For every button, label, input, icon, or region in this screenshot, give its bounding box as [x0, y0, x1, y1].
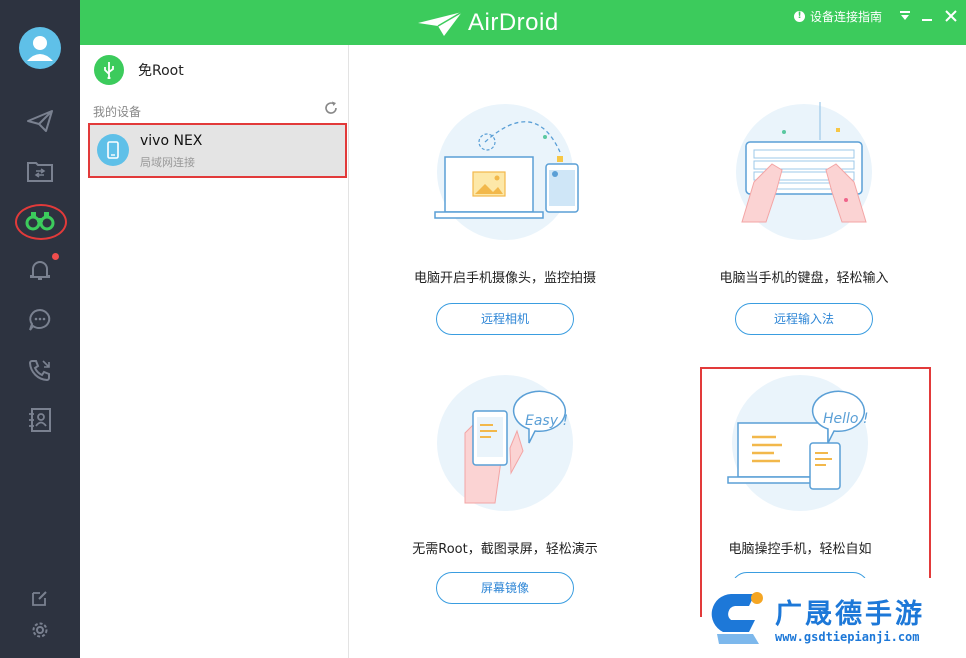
watermark-url: www.gsdtiepianji.com — [775, 630, 920, 644]
feature-description: 电脑开启手机摄像头，监控拍摄 — [413, 271, 596, 286]
minimize-icon — [922, 19, 932, 21]
nav-files[interactable] — [0, 151, 80, 191]
remote-camera-illustration — [425, 102, 585, 252]
device-connection-status: 局域网连接 — [140, 156, 195, 169]
no-root-entry[interactable]: 免Root — [94, 55, 184, 85]
highlight-ellipse — [15, 204, 67, 240]
notification-badge — [52, 253, 59, 260]
feature-card-remote-keyboard: 电脑当手机的键盘，轻松输入 远程输入法 — [669, 102, 939, 342]
user-avatar-icon[interactable] — [19, 27, 61, 69]
connection-guide-link[interactable]: ! 设备连接指南 — [794, 8, 882, 24]
feature-card-screen-mirror: Easy ! 无需Root，截图录屏，轻松演示 屏幕镜像 — [370, 373, 640, 613]
app-title: AirDroid — [468, 9, 559, 36]
nav-contacts[interactable] — [0, 400, 80, 440]
folder-transfer-icon — [27, 162, 53, 182]
refresh-button[interactable] — [324, 101, 338, 119]
screen-mirror-button[interactable]: 屏幕镜像 — [436, 572, 574, 604]
watermark-logo-icon — [711, 592, 763, 644]
remote-camera-button[interactable]: 远程相机 — [436, 303, 574, 335]
info-icon: ! — [794, 10, 805, 22]
title-bar: AirDroid ! 设备连接指南 — [80, 0, 966, 45]
usb-icon — [94, 55, 124, 85]
screen-mirror-illustration: Easy ! — [425, 373, 585, 523]
device-name: vivo NEX — [140, 133, 203, 149]
send-icon — [27, 110, 53, 132]
feature-card-remote-camera: 电脑开启手机摄像头，监控拍摄 远程相机 — [370, 102, 640, 342]
remote-keyboard-illustration — [724, 102, 884, 252]
settings-icon — [32, 622, 48, 638]
easy-bubble-text: Easy ! — [525, 413, 568, 429]
device-item-vivo-nex[interactable]: vivo NEX 局域网连接 — [88, 123, 347, 178]
close-icon — [945, 10, 957, 22]
nav-send[interactable] — [0, 101, 80, 141]
settings-button[interactable] — [0, 610, 80, 650]
dropdown-icon — [900, 11, 910, 20]
menu-dropdown-button[interactable] — [894, 6, 916, 26]
app-logo: AirDroid — [418, 8, 559, 38]
feature-description: 电脑当手机的键盘，轻松输入 — [719, 271, 889, 286]
bell-icon — [30, 261, 50, 280]
connection-guide-label: 设备连接指南 — [810, 9, 883, 24]
edit-icon — [32, 591, 47, 606]
left-sidebar — [0, 0, 80, 658]
watermark: 广晟德手游 www.gsdtiepianji.com — [703, 578, 966, 658]
nav-notifications[interactable] — [0, 250, 80, 290]
phone-device-icon — [97, 134, 129, 166]
minimize-button[interactable] — [916, 6, 938, 26]
watermark-title: 广晟德手游 — [775, 599, 925, 630]
phone-icon — [28, 360, 50, 382]
feature-description: 无需Root，截图录屏，轻松演示 — [412, 542, 598, 557]
airdroid-logo-icon — [418, 11, 462, 36]
device-panel: 免Root 我的设备 vivo NEX 局域网连接 — [80, 45, 349, 658]
refresh-icon — [325, 101, 337, 114]
remote-keyboard-button[interactable]: 远程输入法 — [735, 303, 873, 335]
my-devices-label: 我的设备 — [93, 105, 142, 119]
close-button[interactable] — [940, 6, 962, 26]
no-root-label: 免Root — [138, 63, 184, 79]
chat-icon — [29, 308, 51, 331]
contacts-icon — [29, 408, 51, 432]
nav-calls[interactable] — [0, 350, 80, 390]
nav-messages[interactable] — [0, 300, 80, 340]
